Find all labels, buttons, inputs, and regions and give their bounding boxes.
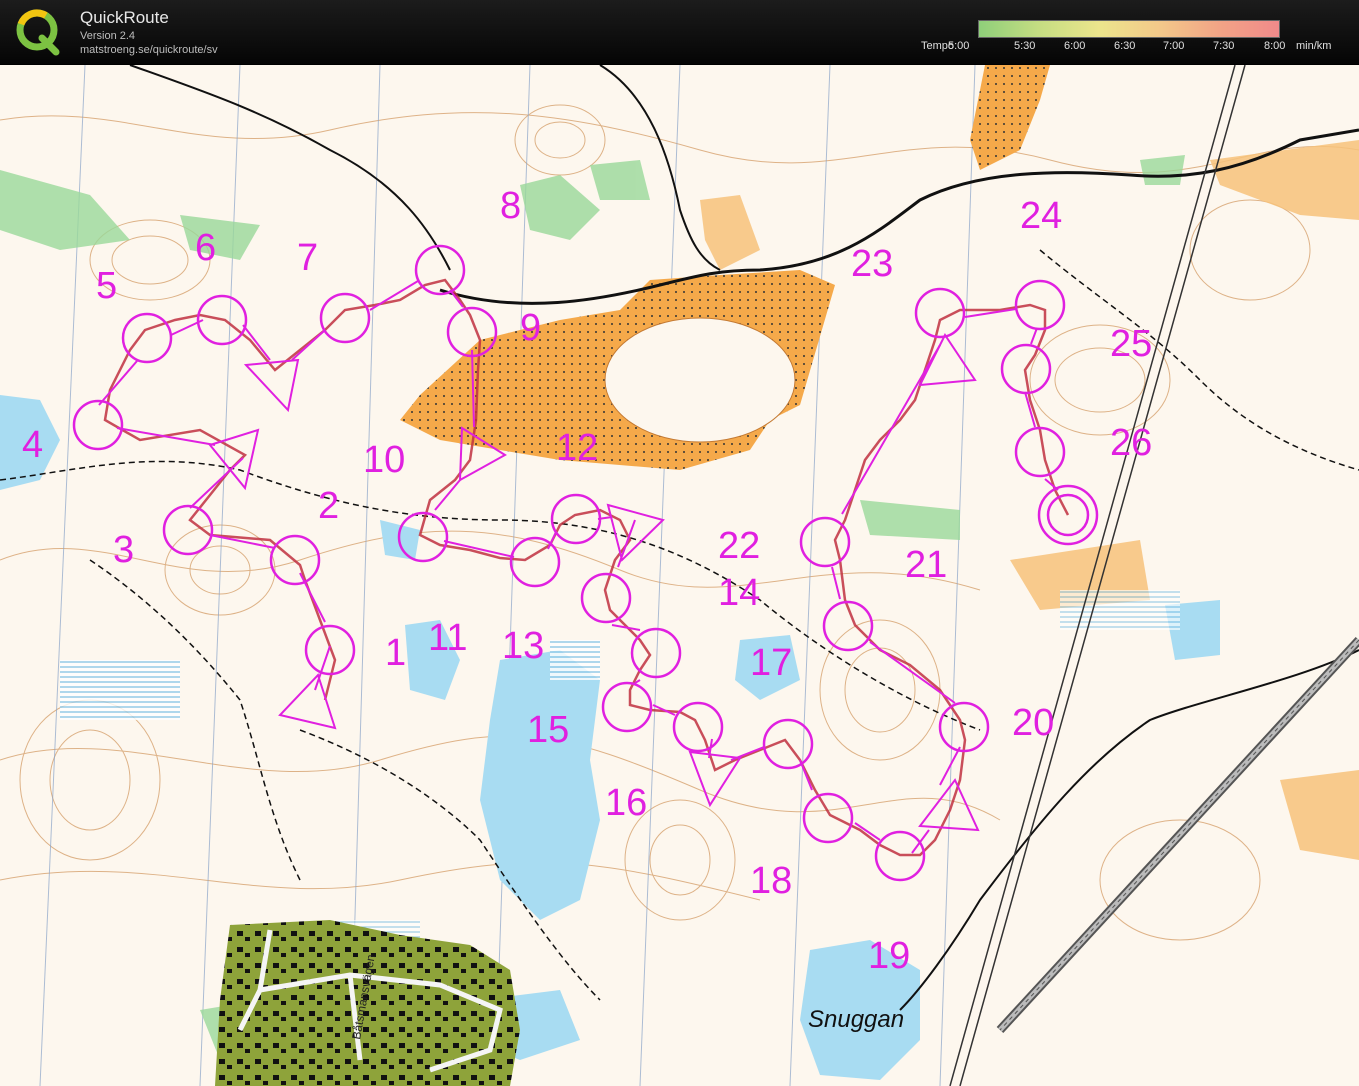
control-number-22: 22 xyxy=(718,525,760,567)
tempo-tick: 6:00 xyxy=(1064,40,1086,52)
control-number-2: 2 xyxy=(318,485,339,527)
control-number-7: 7 xyxy=(297,237,318,279)
tempo-tick: 5:30 xyxy=(1014,40,1036,52)
control-number-23: 23 xyxy=(851,243,893,285)
control-number-3: 3 xyxy=(113,529,134,571)
control-number-18: 18 xyxy=(750,860,792,902)
control-number-14: 14 xyxy=(718,572,760,614)
control-number-10: 10 xyxy=(363,439,405,481)
control-number-6: 6 xyxy=(195,227,216,269)
control-number-19: 19 xyxy=(868,935,910,977)
tempo-color-scale xyxy=(978,20,1280,38)
map-canvas: 1 2 3 4 5 6 7 8 9 10 11 12 13 14 15 16 1… xyxy=(0,65,1359,1086)
tempo-unit: min/km xyxy=(1296,40,1332,52)
control-number-24: 24 xyxy=(1020,195,1062,237)
tempo-tick: 6:30 xyxy=(1114,40,1136,52)
tempo-tick: 8:00 xyxy=(1264,40,1286,52)
control-number-26: 26 xyxy=(1110,422,1152,464)
app-url[interactable]: matstroeng.se/quickroute/sv xyxy=(80,44,218,56)
app-title: QuickRoute xyxy=(80,8,169,27)
control-number-21: 21 xyxy=(905,544,947,586)
control-number-16: 16 xyxy=(605,782,647,824)
quickroute-logo-icon xyxy=(16,9,60,56)
app-version: Version 2.4 xyxy=(80,30,136,42)
control-number-1: 1 xyxy=(385,632,406,674)
control-number-12: 12 xyxy=(556,427,598,469)
tempo-tick: 5:00 xyxy=(948,40,970,52)
control-number-4: 4 xyxy=(22,424,43,466)
tempo-tick: 7:00 xyxy=(1163,40,1185,52)
control-number-25: 25 xyxy=(1110,323,1152,365)
orienteering-map[interactable]: 1 2 3 4 5 6 7 8 9 10 11 12 13 14 15 16 1… xyxy=(0,65,1359,1086)
app-header: QuickRoute Version 2.4 matstroeng.se/qui… xyxy=(0,0,1359,64)
control-number-20: 20 xyxy=(1012,702,1054,744)
place-name-snuggan: Snuggan xyxy=(808,1006,904,1033)
control-number-5: 5 xyxy=(96,265,117,307)
tempo-tick: 7:30 xyxy=(1213,40,1235,52)
control-number-15: 15 xyxy=(527,709,569,751)
control-number-9: 9 xyxy=(520,307,541,349)
control-number-8: 8 xyxy=(500,185,521,227)
hill-open-area xyxy=(604,317,796,443)
control-number-13: 13 xyxy=(502,625,544,667)
control-number-11: 11 xyxy=(428,617,467,659)
control-number-17: 17 xyxy=(750,642,792,684)
